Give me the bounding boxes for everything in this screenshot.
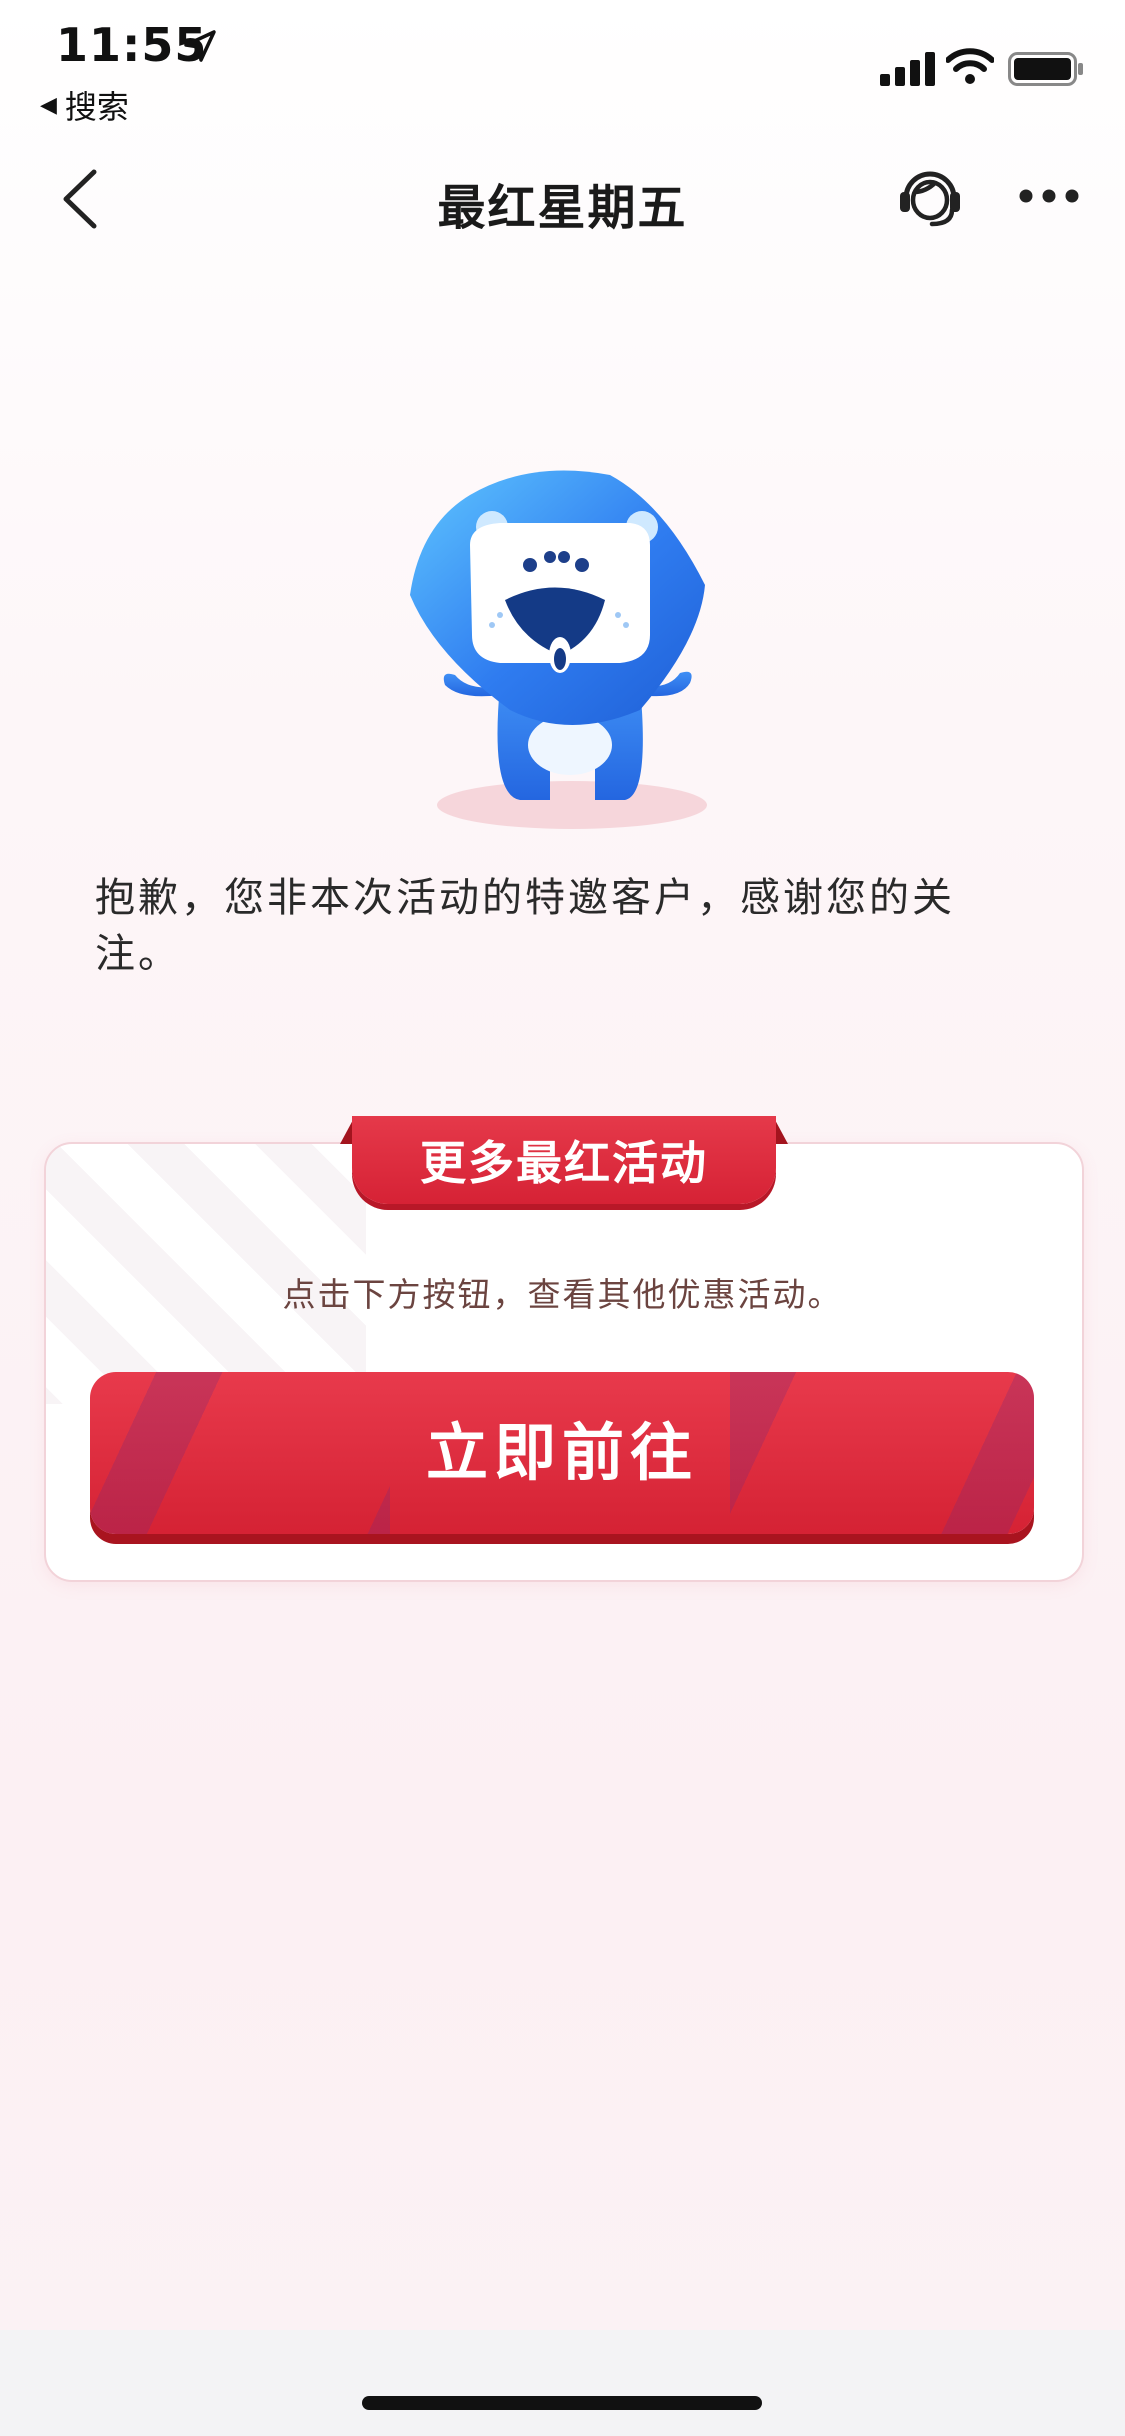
back-triangle-icon: ◀ [40,92,57,118]
signal-icon [880,52,935,86]
lion-mascot-illustration [410,470,707,829]
card-ribbon: 更多最红活动 [340,1116,788,1208]
wifi-icon [946,48,994,84]
go-now-button-label: 立即前往 [425,1416,698,1489]
location-arrow-icon [184,30,216,62]
not-invited-message: 抱歉，您非本次活动的特邀客户，感谢您的关注。 [95,875,955,977]
customer-service-icon[interactable] [896,162,964,230]
battery-icon [1008,52,1083,86]
card-ribbon-title: 更多最红活动 [352,1116,776,1204]
more-dots-icon[interactable] [1018,188,1080,204]
back-app-label: 搜索 [64,88,129,126]
back-to-app-link[interactable]: ◀ 搜索 [40,82,129,128]
go-now-button[interactable]: 立即前往 [90,1372,1034,1534]
card-hint-text: 点击下方按钮，查看其他优惠活动。 [282,1275,843,1314]
home-indicator[interactable] [362,2396,762,2410]
bottom-safe-area [0,2330,1125,2436]
